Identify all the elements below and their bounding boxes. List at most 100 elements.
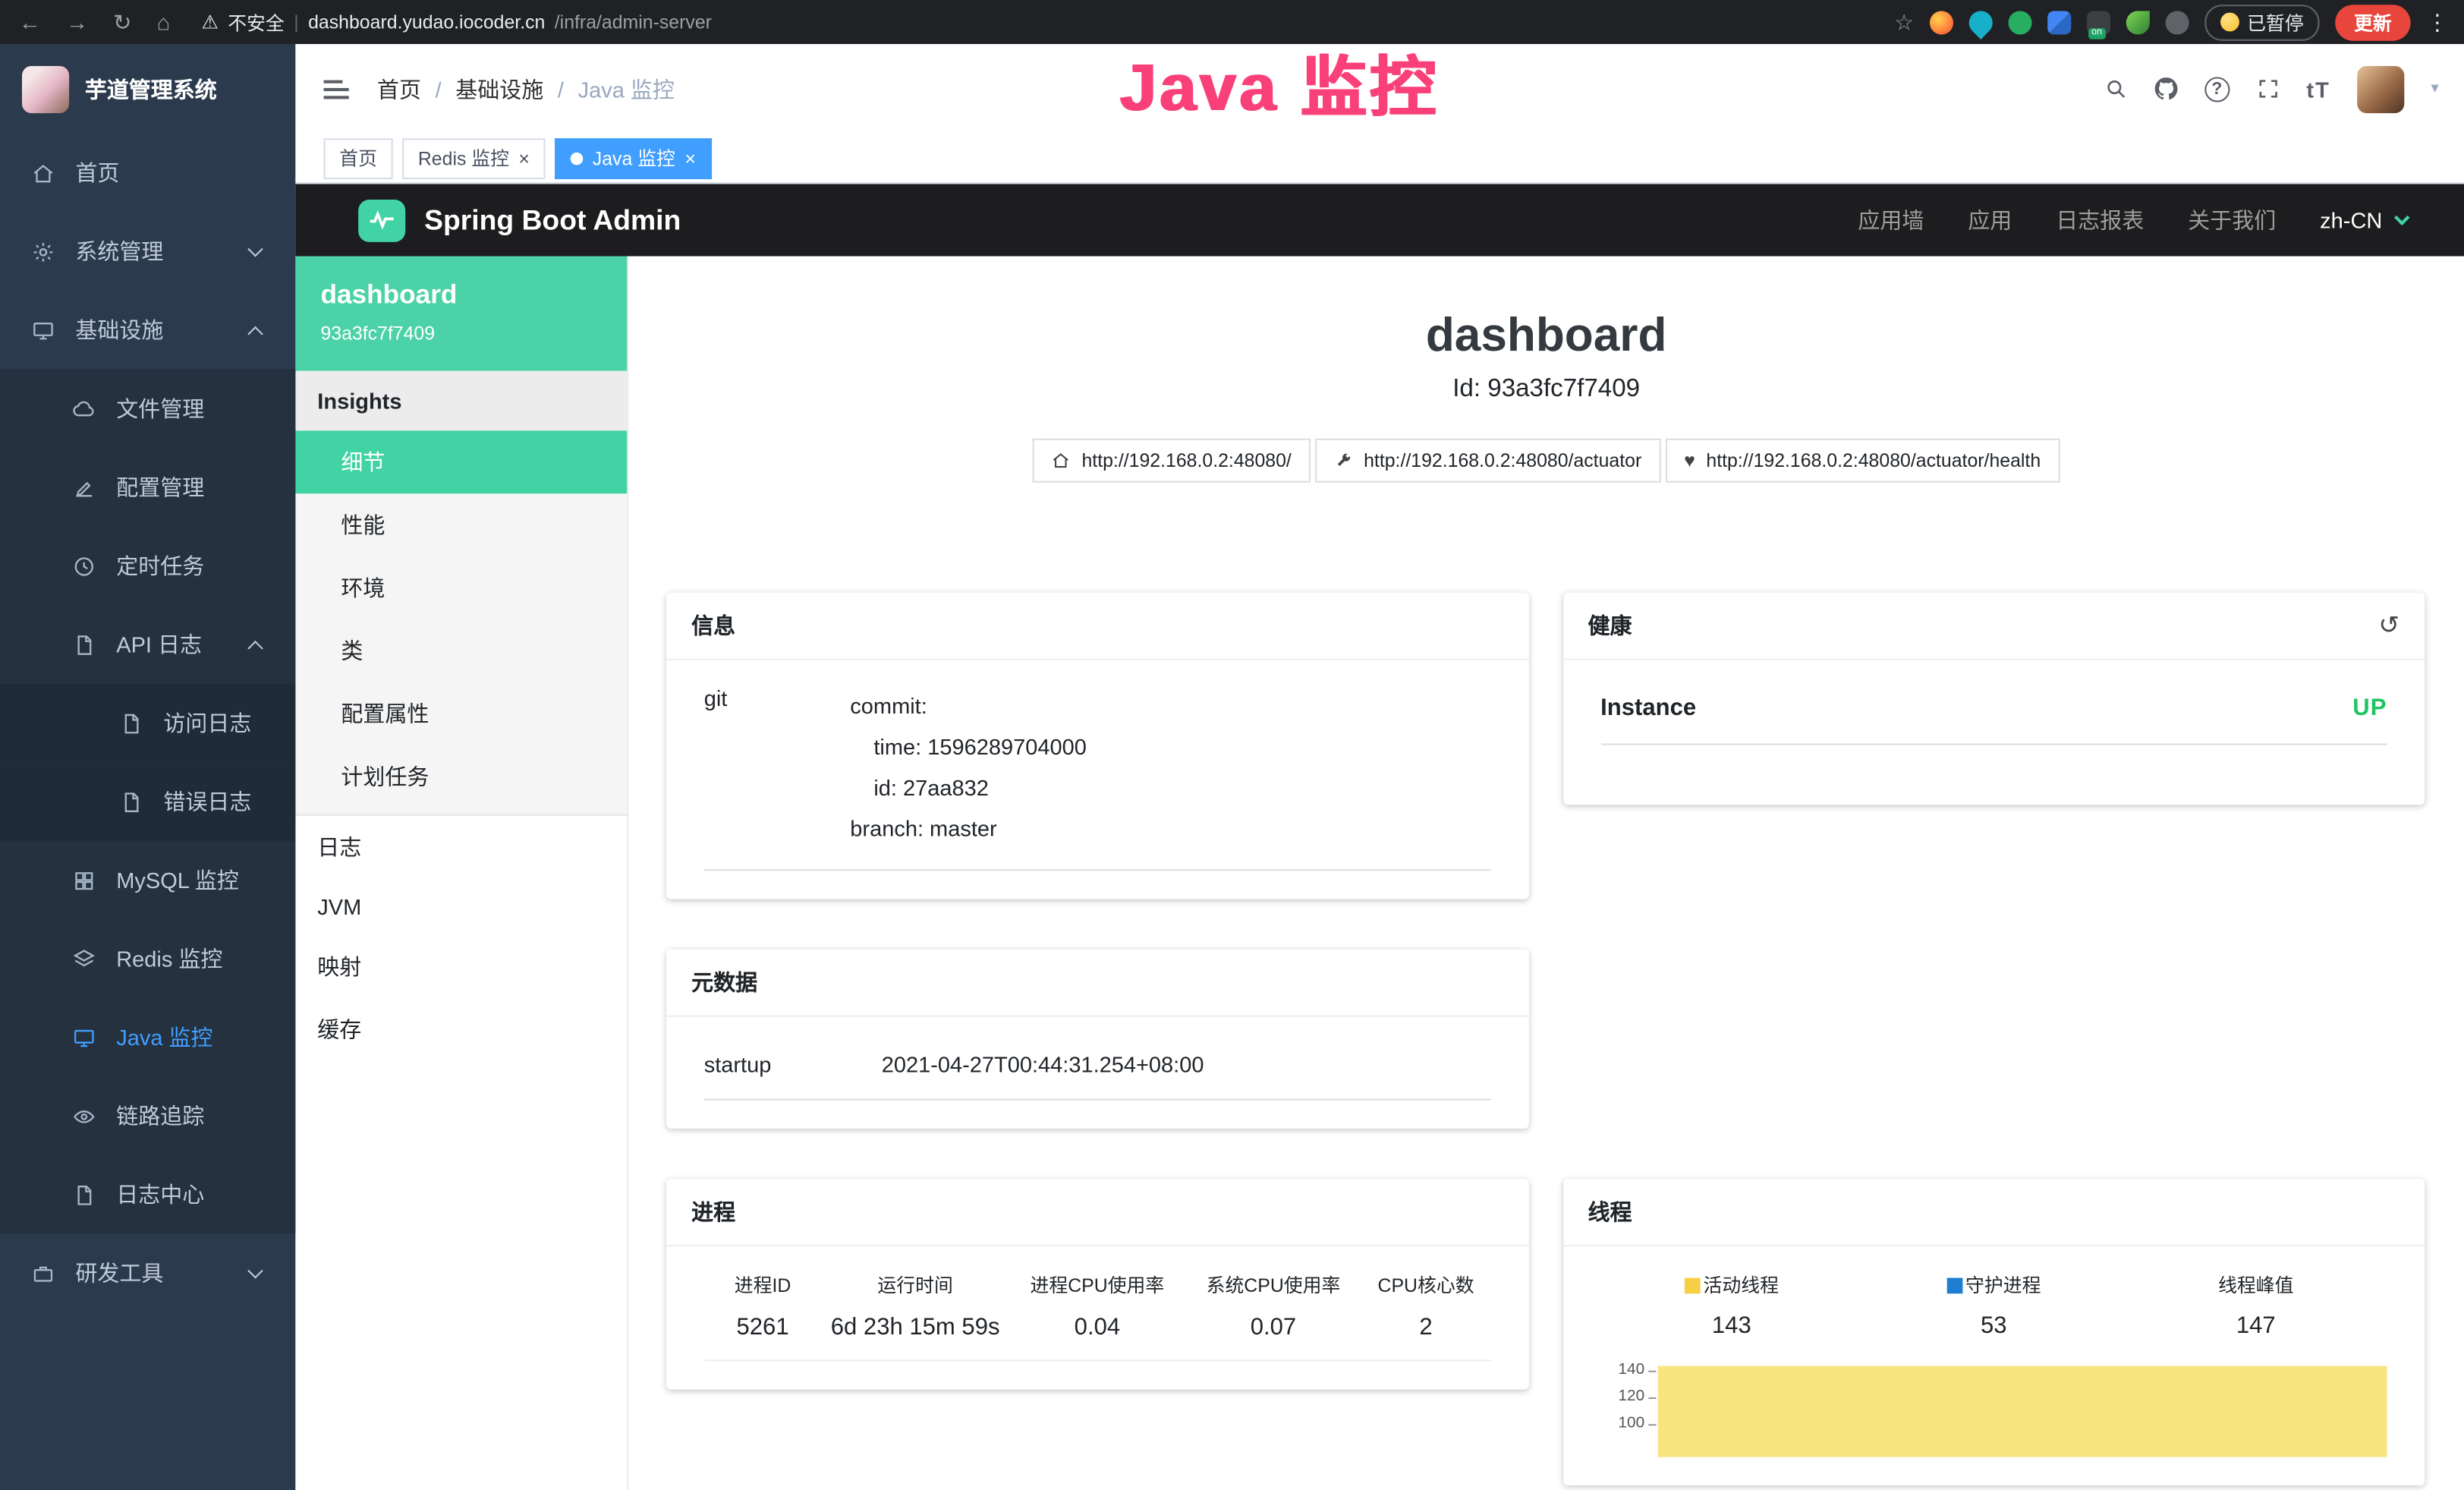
cell-value: 0.04 (1009, 1314, 1185, 1361)
y-tick: 100 (1619, 1415, 1657, 1441)
service-url-button[interactable]: http://192.168.0.2:48080/ (1033, 439, 1310, 483)
paused-badge[interactable]: 已暂停 (2204, 4, 2319, 40)
extension-icon[interactable] (1964, 5, 1997, 39)
extension-icon[interactable] (2126, 10, 2150, 33)
health-card: 健康 ↺ Instance UP (1562, 593, 2425, 805)
bookmark-star-icon[interactable]: ☆ (1894, 8, 1914, 35)
cards-grid: 信息 git commit: time: 1596289704000 id: 2… (628, 483, 2464, 1485)
help-icon[interactable]: ? (2204, 76, 2230, 101)
locale-label: zh-CN (2320, 207, 2382, 232)
column-header: 运行时间 (821, 1271, 1009, 1314)
tab-java-monitor[interactable]: Java 监控 × (555, 137, 711, 178)
eye-icon (72, 1104, 99, 1128)
sidebar-item-log-center[interactable]: 日志中心 (0, 1155, 295, 1234)
home-icon (1052, 451, 1071, 470)
sidebar-item-config-mgmt[interactable]: 配置管理 (0, 448, 295, 527)
browser-back-icon[interactable]: ← (19, 9, 41, 34)
browser-update-button[interactable]: 更新 (2335, 4, 2410, 40)
extension-icon[interactable]: on (2087, 10, 2110, 33)
hamburger-menu-icon[interactable] (295, 80, 377, 99)
health-url: http://192.168.0.2:48080/actuator/health (1706, 449, 2041, 471)
instance-header[interactable]: dashboard 93a3fc7f7409 (295, 257, 627, 371)
sba-brand[interactable]: Spring Boot Admin (424, 203, 681, 236)
sba-item-logs[interactable]: 日志 (295, 816, 627, 879)
sidebar-item-java-monitor[interactable]: Java 监控 (0, 998, 295, 1077)
sba-item-jvm[interactable]: JVM (295, 879, 627, 936)
browser-home-icon[interactable]: ⌂ (157, 9, 171, 34)
tab-redis-monitor[interactable]: Redis 监控 × (402, 137, 546, 178)
actuator-url-button[interactable]: http://192.168.0.2:48080/actuator (1315, 439, 1660, 483)
sidebar-item-dev-tools[interactable]: 研发工具 (0, 1234, 295, 1313)
card-title: 进程 (691, 1196, 735, 1227)
browser-reload-icon[interactable]: ↻ (113, 8, 131, 35)
health-url-button[interactable]: ♥ http://192.168.0.2:48080/actuator/heal… (1665, 439, 2060, 483)
github-icon[interactable] (2154, 77, 2178, 100)
close-icon[interactable]: × (684, 149, 696, 168)
metadata-card: 元数据 startup 2021-04-27T00:44:31.254+08:0… (666, 950, 1528, 1129)
sba-item-details[interactable]: 细节 (295, 430, 627, 493)
extension-icon[interactable] (2047, 10, 2071, 33)
locale-selector[interactable]: zh-CN (2320, 207, 2407, 232)
sidebar-item-access-logs[interactable]: 访问日志 (0, 684, 295, 763)
sidebar-item-redis-monitor[interactable]: Redis 监控 (0, 919, 295, 998)
breadcrumb: 首页 / 基础设施 / Java 监控 (377, 73, 675, 104)
admin-sidebar: 芋道管理系统 首页 系统管理 基础设施 文件管理 (0, 44, 295, 1490)
actuator-url: http://192.168.0.2:48080/actuator (1364, 449, 1641, 471)
sba-logo-icon[interactable] (358, 199, 405, 241)
active-dot-icon (571, 152, 584, 165)
card-title: 信息 (691, 610, 735, 641)
sidebar-item-system-mgmt[interactable]: 系统管理 (0, 213, 295, 291)
sidebar-item-mysql-monitor[interactable]: MySQL 监控 (0, 841, 295, 920)
nav-applications[interactable]: 应用 (1968, 204, 2012, 235)
address-bar[interactable]: ⚠ 不安全 | dashboard.yudao.iocoder.cn/infra… (201, 8, 1894, 35)
extension-icon[interactable] (2165, 10, 2189, 33)
breadcrumb-item[interactable]: 基础设施 (455, 73, 543, 104)
extension-icon[interactable] (1930, 10, 1953, 33)
sba-item-environment[interactable]: 环境 (295, 556, 627, 619)
fullscreen-icon[interactable] (2256, 77, 2280, 100)
sidebar-item-trace[interactable]: 链路追踪 (0, 1076, 295, 1155)
sba-item-caches[interactable]: 缓存 (295, 998, 627, 1061)
nav-wallboard[interactable]: 应用墙 (1858, 204, 1924, 235)
history-icon[interactable]: ↺ (2378, 610, 2399, 641)
briefcase-icon (31, 1262, 58, 1285)
breadcrumb-item[interactable]: 首页 (377, 73, 421, 104)
app-logo[interactable]: 芋道管理系统 (0, 44, 295, 134)
search-icon[interactable] (2104, 77, 2127, 100)
security-label[interactable]: 不安全 (228, 8, 285, 35)
sba-item-metrics[interactable]: 性能 (295, 493, 627, 556)
url-path: /infra/admin-server (555, 11, 712, 33)
page-title: dashboard (628, 310, 2464, 363)
card-title: 元数据 (691, 967, 757, 998)
caret-down-icon[interactable]: ▾ (2431, 80, 2438, 98)
chevron-down-icon (247, 1262, 263, 1278)
info-key: git (704, 685, 851, 849)
browser-forward-icon[interactable]: → (66, 9, 88, 34)
nav-journal[interactable]: 日志报表 (2056, 204, 2144, 235)
sba-item-classes[interactable]: 类 (295, 619, 627, 682)
avatar[interactable] (2357, 65, 2404, 112)
threads-legend: 活动线程 143 守护进程 53 线程峰值 147 (1600, 1271, 2387, 1339)
chevron-up-icon (247, 640, 263, 655)
extension-icon[interactable] (2008, 10, 2031, 33)
sidebar-item-infrastructure[interactable]: 基础设施 (0, 291, 295, 370)
sidebar-item-home[interactable]: 首页 (0, 134, 295, 213)
address-separator: | (294, 11, 298, 33)
nav-about[interactable]: 关于我们 (2188, 204, 2276, 235)
sidebar-item-file-mgmt[interactable]: 文件管理 (0, 370, 295, 449)
tab-home[interactable]: 首页 (324, 137, 393, 178)
sidebar-item-label: MySQL 监控 (116, 865, 239, 896)
browser-menu-icon[interactable]: ⋮ (2426, 8, 2448, 35)
sba-item-scheduled-tasks[interactable]: 计划任务 (295, 745, 627, 808)
sba-item-config-props[interactable]: 配置属性 (295, 682, 627, 745)
cell-value: 5261 (704, 1314, 822, 1361)
document-icon (72, 1183, 99, 1206)
font-size-icon[interactable]: tT (2306, 76, 2330, 101)
git-commit-label: commit: (850, 685, 1087, 726)
sba-item-mappings[interactable]: 映射 (295, 935, 627, 998)
close-icon[interactable]: × (518, 149, 530, 168)
threads-chart: 140 120 100 (1600, 1361, 2387, 1457)
sidebar-item-error-logs[interactable]: 错误日志 (0, 762, 295, 841)
sidebar-item-api-logs[interactable]: API 日志 (0, 605, 295, 684)
sidebar-item-scheduled-jobs[interactable]: 定时任务 (0, 527, 295, 606)
